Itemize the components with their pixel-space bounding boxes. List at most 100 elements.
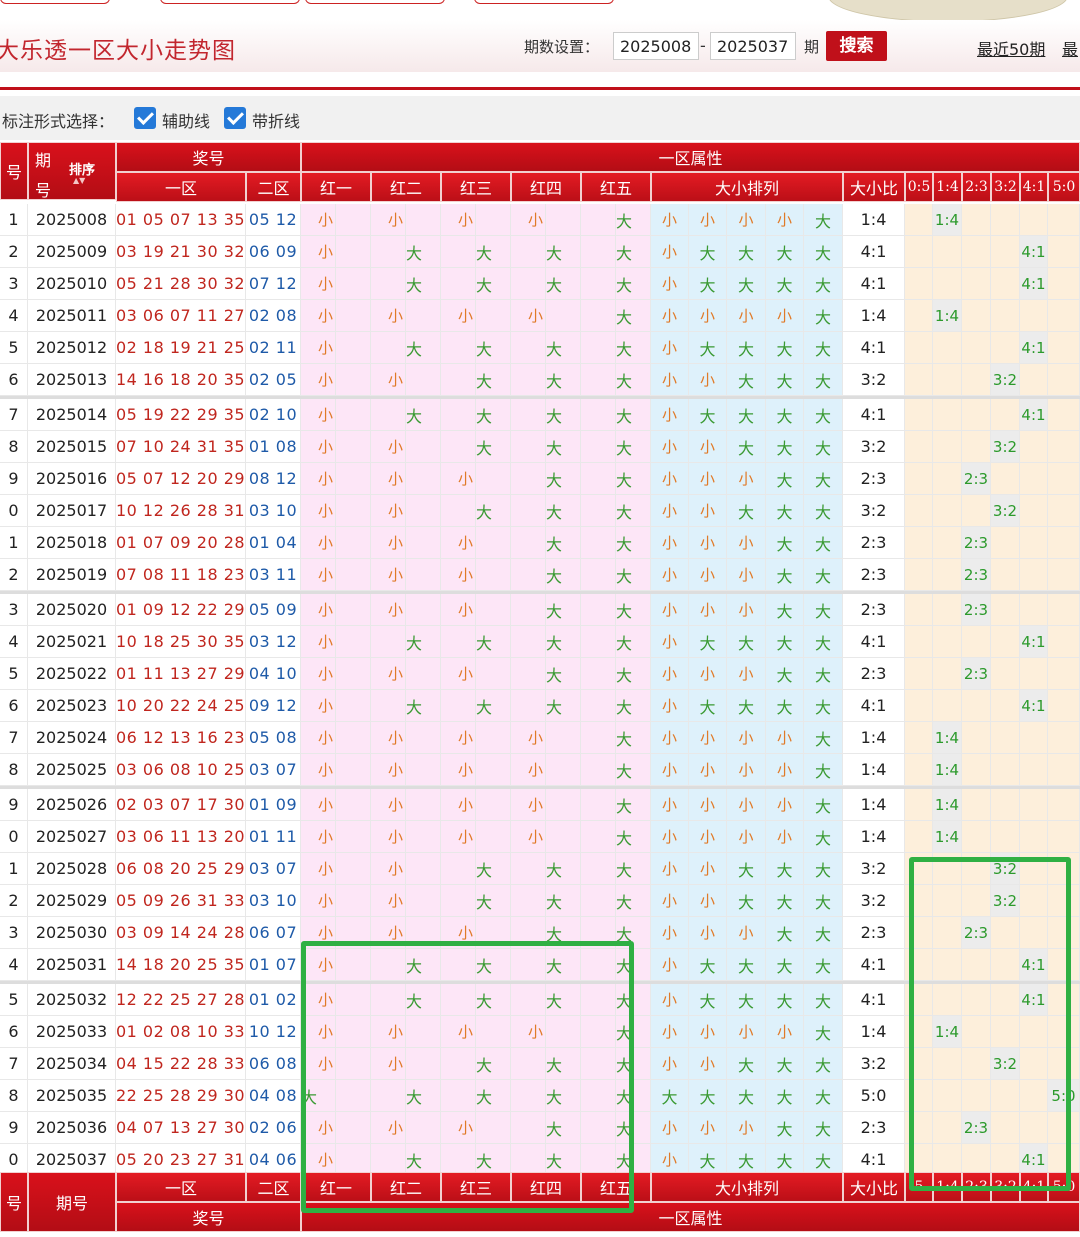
size-order-cell: 小 — [651, 917, 689, 949]
red-4-big-cell: 大 — [546, 431, 581, 463]
size-order-cell: 小 — [651, 722, 689, 754]
red-4-big-cell: 大 — [546, 949, 581, 981]
size-order-cell: 大 — [727, 984, 766, 1016]
red-4-big-cell: 大 — [546, 495, 581, 527]
row-no: 7 — [0, 399, 28, 431]
red-2-small-cell: 小 — [371, 1112, 406, 1144]
red-1-small-cell: 小 — [301, 399, 336, 431]
row-period: 2025010 — [28, 268, 116, 300]
row-ratio: 4:1 — [843, 399, 905, 431]
size-order-cell: 小 — [689, 789, 727, 821]
ratio-cell — [1020, 1048, 1048, 1080]
sort-arrows-icon[interactable]: ▲▼ — [73, 176, 85, 185]
size-order-cell: 大 — [689, 690, 727, 722]
size-order-cell: 大 — [804, 204, 843, 236]
row-period: 2025032 — [28, 984, 116, 1016]
red-1-big-cell — [336, 527, 371, 559]
red-3-big-cell: 大 — [476, 236, 511, 268]
red-1-small-cell: 小 — [301, 463, 336, 495]
size-order-cell: 大 — [804, 754, 843, 786]
size-order-cell: 小 — [766, 789, 804, 821]
big-mark: 大 — [616, 470, 633, 490]
small-mark: 小 — [457, 307, 473, 325]
size-order-cell: 大 — [804, 1016, 843, 1048]
red-1-small-cell: 小 — [301, 204, 336, 236]
red-2-header: 红二 — [371, 172, 441, 202]
ratio-cell — [905, 559, 933, 591]
row-ratio: 4:1 — [843, 332, 905, 364]
row-ratio: 1:4 — [843, 300, 905, 332]
size-order-cell: 大 — [804, 332, 843, 364]
red-2-small-cell: 小 — [371, 853, 406, 885]
red-2-big-cell — [406, 789, 441, 821]
row-ratio: 4:1 — [843, 236, 905, 268]
red-4-small-cell: 小 — [511, 204, 546, 236]
red-3-small-cell — [441, 495, 476, 527]
small-mark: 小 — [527, 307, 543, 325]
small-mark: 小 — [387, 601, 403, 619]
big-mark: 大 — [406, 339, 423, 359]
red-2-big-cell — [406, 204, 441, 236]
red-5-small-cell — [581, 821, 616, 853]
small-mark: 小 — [317, 956, 333, 974]
size-order-cell: 大 — [766, 463, 804, 495]
red-5-big-cell: 大 — [616, 236, 651, 268]
ratio-cell — [962, 332, 991, 364]
size-order-cell: 大 — [689, 949, 727, 981]
ratio-cell — [1048, 1048, 1080, 1080]
ratio-cell — [1048, 917, 1080, 949]
ratio-cell — [962, 399, 991, 431]
red-1-small-cell: 小 — [301, 495, 336, 527]
big-mark: 大 — [616, 1055, 633, 1075]
red-3-small-cell: 小 — [441, 594, 476, 626]
ratio-cell — [1020, 204, 1048, 236]
row-period: 2025008 — [28, 204, 116, 236]
row-front-numbers: 01 05 07 13 35 — [116, 204, 246, 236]
red-5-big-cell: 大 — [616, 300, 651, 332]
red-4-big-cell: 大 — [546, 399, 581, 431]
ratio-cell — [905, 268, 933, 300]
red-3-big-cell — [476, 821, 511, 853]
row-front-numbers: 22 25 28 29 30 — [116, 1080, 246, 1112]
ratio-cell — [1020, 821, 1048, 853]
ratio-hit-cell: 4:1 — [1020, 236, 1048, 268]
big-mark: 大 — [616, 371, 633, 391]
red-4-big-cell: 大 — [546, 559, 581, 591]
red-3-big-cell — [476, 204, 511, 236]
ratio-cell — [933, 594, 962, 626]
row-no: 3 — [0, 594, 28, 626]
size-order-cell: 大 — [689, 984, 727, 1016]
red-3-small-cell: 小 — [441, 754, 476, 786]
red-2-small-cell: 小 — [371, 754, 406, 786]
red-5-small-cell — [581, 1016, 616, 1048]
ratio-cell — [1048, 690, 1080, 722]
ratio-hit-cell: 5:0 — [1048, 1080, 1080, 1112]
big-mark: 大 — [616, 956, 633, 976]
row-period: 2025016 — [28, 463, 116, 495]
red-2-big-cell — [406, 917, 441, 949]
ratio-cell — [991, 658, 1020, 690]
red-1-small-cell: 小 — [301, 364, 336, 396]
small-mark: 小 — [387, 1055, 403, 1073]
col-period-header[interactable]: 期号排序 ▲▼ — [28, 142, 116, 200]
row-front-numbers: 03 06 07 11 27 — [116, 300, 246, 332]
row-ratio: 3:2 — [843, 885, 905, 917]
size-order-cell: 大 — [727, 1048, 766, 1080]
row-front-numbers: 01 09 12 22 29 — [116, 594, 246, 626]
row-no: 5 — [0, 332, 28, 364]
red-2-small-cell — [371, 690, 406, 722]
row-no: 8 — [0, 1080, 28, 1112]
red-5-small-cell — [581, 236, 616, 268]
size-order-cell: 小 — [727, 559, 766, 591]
red-2-big-cell: 大 — [406, 1080, 441, 1112]
small-mark: 小 — [317, 729, 333, 747]
row-ratio: 2:3 — [843, 917, 905, 949]
big-mark: 大 — [616, 601, 633, 621]
ratio-cell — [1020, 463, 1048, 495]
red-2-big-cell: 大 — [406, 690, 441, 722]
ratio-hit-cell: 4:1 — [1020, 984, 1048, 1016]
red-3-small-cell — [441, 626, 476, 658]
ratio-hit-cell: 3:2 — [991, 853, 1020, 885]
big-mark: 大 — [406, 633, 423, 653]
red-3-small-cell — [441, 949, 476, 981]
